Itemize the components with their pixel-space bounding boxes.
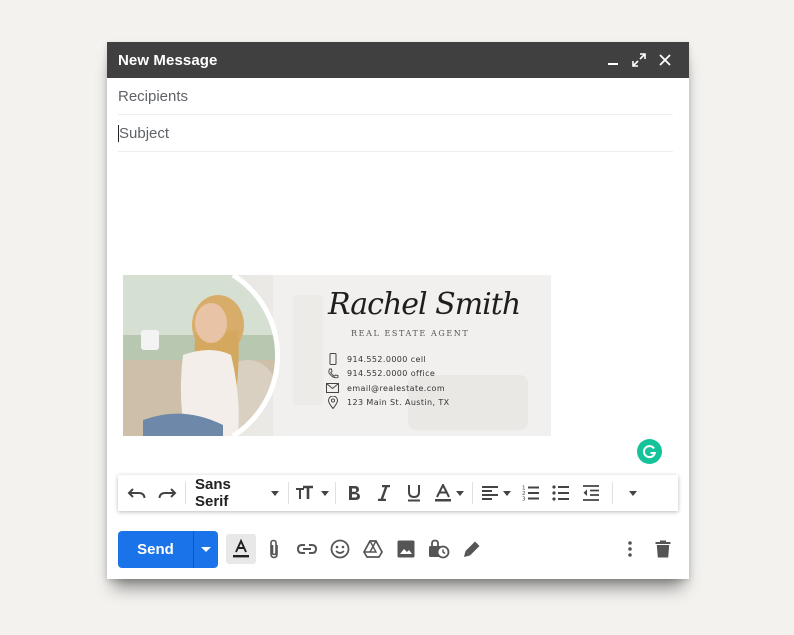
- toolbar-divider: [288, 482, 289, 504]
- signature-name: Rachel Smith: [328, 287, 521, 322]
- envelope-icon: [326, 382, 339, 395]
- chevron-down-icon: [271, 490, 279, 496]
- numbered-list-icon[interactable]: 123: [516, 479, 546, 507]
- toolbar-divider: [612, 482, 613, 504]
- chevron-down-icon: [321, 490, 329, 496]
- signature-role: REAL ESTATE AGENT: [351, 329, 470, 338]
- signature-icon[interactable]: [457, 534, 487, 564]
- map-pin-icon: [326, 396, 339, 410]
- chevron-down-icon: [629, 490, 637, 496]
- toolbar-divider: [335, 482, 336, 504]
- confidential-mode-icon[interactable]: [424, 534, 454, 564]
- italic-icon[interactable]: [369, 479, 399, 507]
- mobile-phone-icon: [326, 353, 339, 366]
- signature-line-address: 123 Main St. Austin, TX: [326, 396, 546, 411]
- link-icon[interactable]: [292, 534, 322, 564]
- send-button-label: Send: [118, 530, 194, 568]
- text-color-icon[interactable]: [429, 479, 469, 507]
- chevron-down-icon: [456, 490, 464, 496]
- align-icon[interactable]: [476, 479, 516, 507]
- chevron-down-icon: [503, 490, 511, 496]
- indent-less-icon[interactable]: [576, 479, 606, 507]
- close-icon[interactable]: [653, 48, 677, 72]
- compose-titlebar[interactable]: New Message: [107, 42, 689, 78]
- underline-icon[interactable]: [399, 479, 429, 507]
- signature-text: Rachel Smith REAL ESTATE AGENT 914.552.0…: [326, 285, 546, 410]
- email-signature-banner: Rachel Smith REAL ESTATE AGENT 914.552.0…: [123, 275, 551, 436]
- photo-icon[interactable]: [391, 534, 421, 564]
- signature-contact-list: 914.552.0000 cell 914.552.0000 office em…: [326, 352, 546, 410]
- more-formatting-icon[interactable]: [616, 479, 646, 507]
- compose-bottom-toolbar: Send: [118, 530, 678, 568]
- font-size-icon[interactable]: [292, 479, 332, 507]
- signature-line-text: email@realestate.com: [347, 383, 446, 393]
- attach-icon[interactable]: [259, 534, 289, 564]
- send-button[interactable]: Send: [118, 530, 218, 568]
- signature-line-text: 123 Main St. Austin, TX: [347, 398, 450, 408]
- send-options-button[interactable]: [194, 531, 218, 568]
- grammarly-icon[interactable]: [637, 439, 662, 464]
- undo-icon[interactable]: [122, 479, 152, 507]
- signature-line-office: 914.552.0000 office: [326, 367, 546, 382]
- formatting-options-icon[interactable]: [226, 534, 256, 564]
- phone-icon: [326, 367, 339, 380]
- signature-line-cell: 914.552.0000 cell: [326, 352, 546, 367]
- bulleted-list-icon[interactable]: [546, 479, 576, 507]
- trash-icon[interactable]: [648, 534, 678, 564]
- emoji-icon[interactable]: [325, 534, 355, 564]
- signature-line-email: email@realestate.com: [326, 381, 546, 396]
- toolbar-divider: [185, 482, 186, 504]
- minimize-icon[interactable]: [601, 48, 625, 72]
- subject-row: [118, 115, 673, 152]
- signature-line-text: 914.552.0000 cell: [347, 354, 427, 364]
- toolbar-divider: [472, 482, 473, 504]
- compose-title: New Message: [118, 51, 218, 69]
- drive-icon[interactable]: [358, 534, 388, 564]
- more-options-icon[interactable]: [615, 534, 645, 564]
- redo-icon[interactable]: [152, 479, 182, 507]
- expand-icon[interactable]: [627, 48, 651, 72]
- recipients-input[interactable]: [118, 87, 673, 105]
- subject-input[interactable]: [119, 124, 673, 142]
- font-family-value: Sans Serif: [195, 476, 231, 510]
- bold-icon[interactable]: [339, 479, 369, 507]
- signature-line-text: 914.552.0000 office: [347, 369, 436, 379]
- svg-text:3: 3: [522, 497, 526, 503]
- formatting-toolbar: Sans Serif 123: [118, 475, 678, 511]
- recipients-row: [118, 78, 673, 115]
- compose-window: New Message Recipients Subject Rachel Sm…: [107, 42, 689, 579]
- chevron-down-icon: [201, 546, 211, 552]
- font-family-select[interactable]: Sans Serif: [189, 476, 285, 510]
